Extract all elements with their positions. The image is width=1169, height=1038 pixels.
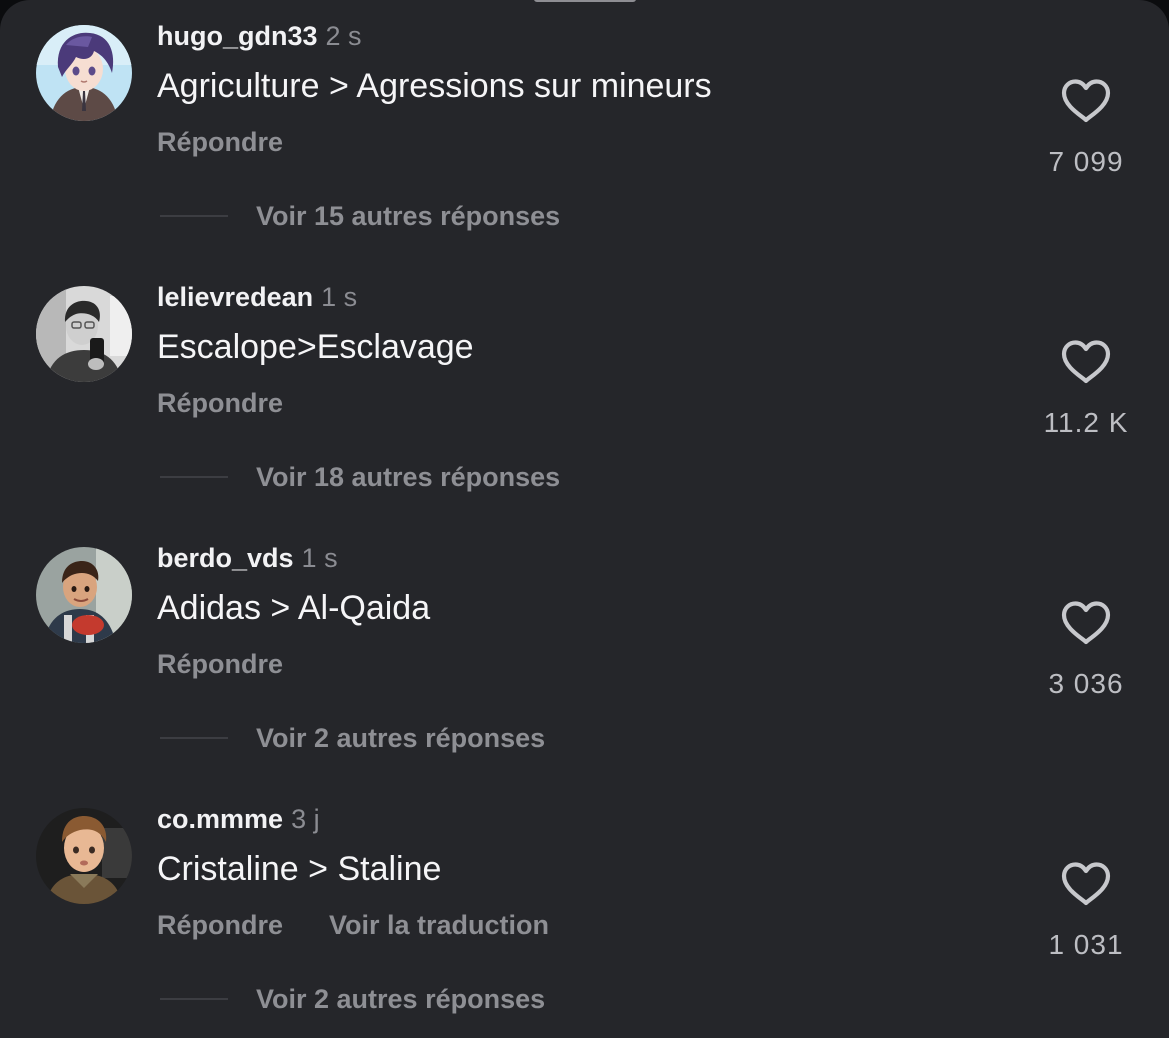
- comment-actions: Répondre Voir la traduction: [157, 905, 549, 950]
- avatar[interactable]: [36, 547, 132, 643]
- avatar[interactable]: [36, 286, 132, 382]
- comments-sheet: hugo_gdn33 2 s Agriculture > Agressions s…: [0, 0, 1169, 1038]
- child-portrait-avatar-icon: [36, 808, 132, 904]
- comment-header: berdo_vds 1 s: [157, 538, 338, 578]
- view-more-replies-label: Voir 18 autres réponses: [256, 462, 561, 492]
- avatar[interactable]: [36, 808, 132, 904]
- replies-divider: [160, 998, 228, 1000]
- timestamp: 1 s: [321, 282, 358, 312]
- avatar[interactable]: [36, 25, 132, 121]
- like-count: 11.2 K: [1043, 407, 1129, 438]
- comment-header: lelievredean 1 s: [157, 277, 357, 317]
- comment-text: Escalope>Esclavage: [157, 328, 474, 366]
- heart-icon[interactable]: [1060, 600, 1112, 646]
- comment-actions: Répondre: [157, 644, 283, 689]
- comment-item: lelievredean 1 s Escalope>Esclavage Répon…: [0, 261, 1169, 522]
- comment-actions: Répondre: [157, 122, 283, 167]
- comment-text: Cristaline > Staline: [157, 850, 442, 888]
- username[interactable]: lelievredean: [157, 282, 313, 312]
- comment-actions: Répondre: [157, 383, 283, 428]
- username[interactable]: co.mmme: [157, 804, 283, 834]
- comment-item: hugo_gdn33 2 s Agriculture > Agressions s…: [0, 0, 1169, 261]
- anime-character-avatar-icon: [36, 25, 132, 121]
- reply-button[interactable]: Répondre: [157, 910, 283, 940]
- reply-button[interactable]: Répondre: [157, 127, 283, 157]
- replies-divider: [160, 215, 228, 217]
- heart-icon[interactable]: [1060, 339, 1112, 385]
- replies-divider: [160, 476, 228, 478]
- like-count: 3 036: [1048, 668, 1124, 699]
- timestamp: 1 s: [301, 543, 338, 573]
- like-count: 7 099: [1048, 146, 1124, 177]
- comment-item: co.mmme 3 j Cristaline > Staline Répondre…: [0, 783, 1169, 1038]
- heart-icon[interactable]: [1060, 78, 1112, 124]
- comment-text: Agriculture > Agressions sur mineurs: [157, 67, 712, 105]
- reply-button[interactable]: Répondre: [157, 388, 283, 418]
- heart-icon[interactable]: [1060, 861, 1112, 907]
- username[interactable]: hugo_gdn33: [157, 21, 318, 51]
- view-more-replies-label: Voir 2 autres réponses: [256, 723, 546, 753]
- translate-button[interactable]: Voir la traduction: [329, 910, 549, 940]
- view-more-replies-label: Voir 15 autres réponses: [256, 201, 561, 231]
- replies-divider: [160, 737, 228, 739]
- comment-header: co.mmme 3 j: [157, 799, 320, 839]
- like-count: 1 031: [1048, 929, 1124, 960]
- comment-text: Adidas > Al-Qaida: [157, 589, 431, 627]
- timestamp: 3 j: [291, 804, 320, 834]
- username[interactable]: berdo_vds: [157, 543, 294, 573]
- comment-header: hugo_gdn33 2 s: [157, 16, 362, 56]
- reply-button[interactable]: Répondre: [157, 649, 283, 679]
- mirror-selfie-avatar-icon: [36, 286, 132, 382]
- timestamp: 2 s: [325, 21, 362, 51]
- view-more-replies-label: Voir 2 autres réponses: [256, 984, 546, 1014]
- child-photo-avatar-icon: [36, 547, 132, 643]
- comment-item: berdo_vds 1 s Adidas > Al-Qaida Répondre …: [0, 522, 1169, 783]
